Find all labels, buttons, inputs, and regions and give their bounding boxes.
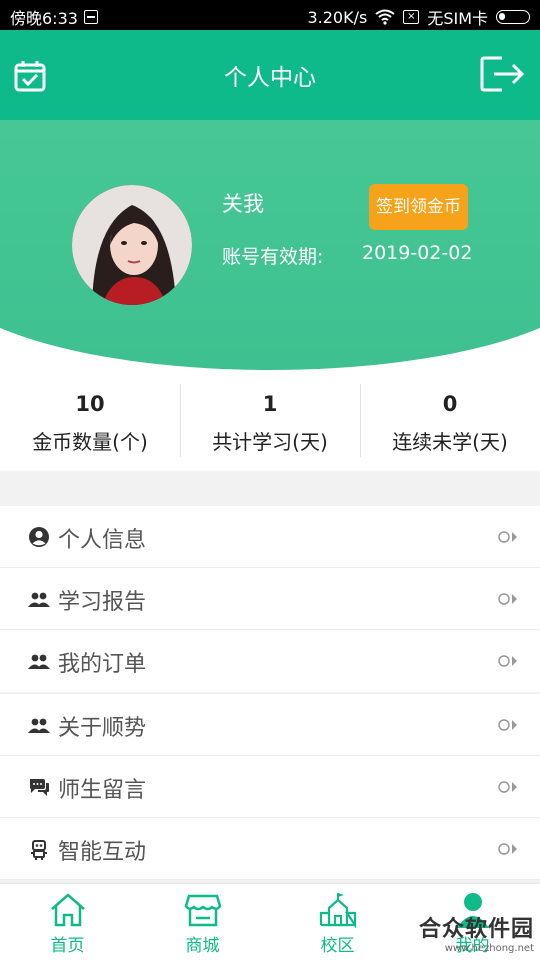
stat-value: 1 xyxy=(262,392,278,416)
store-icon xyxy=(184,894,221,927)
stat-value: 10 xyxy=(75,392,105,416)
stat-coins: 10 金币数量(个) xyxy=(0,372,180,471)
wifi-icon xyxy=(375,9,395,25)
sim-status: 无SIM卡 xyxy=(427,9,488,28)
no-sim-icon: × xyxy=(403,10,420,24)
avatar[interactable] xyxy=(72,185,192,305)
stat-label: 金币数量(个) xyxy=(32,430,148,454)
stat-label: 共计学习(天) xyxy=(212,430,328,454)
chevron-right-icon xyxy=(498,719,517,731)
sign-in-coin-button[interactable]: 签到领金币 xyxy=(369,184,468,230)
menu-item-messages[interactable]: 师生留言 xyxy=(0,756,540,818)
user-name: 关我 xyxy=(222,192,264,216)
menu-item-study-report[interactable]: 学习报告 xyxy=(0,568,540,630)
menu-item-label: 师生留言 xyxy=(58,778,147,803)
stat-missed-days: 0 连续未学(天) xyxy=(360,372,540,471)
chevron-right-icon xyxy=(498,655,517,667)
stat-study-days: 1 共计学习(天) xyxy=(180,372,360,471)
watermark-title: 合众软件园 xyxy=(418,917,534,942)
header-bar: 个人中心 xyxy=(0,30,540,120)
tab-home[interactable]: 首页 xyxy=(0,884,135,960)
stat-value: 0 xyxy=(442,392,458,416)
tab-store[interactable]: 商城 xyxy=(135,884,270,960)
users-icon xyxy=(28,718,50,733)
network-speed: 3.20K/s xyxy=(307,7,368,27)
menu-item-label: 个人信息 xyxy=(58,528,147,553)
profile-banner: 关我 签到领金币 账号有效期: 2019-02-02 xyxy=(0,120,540,372)
page-title: 个人中心 xyxy=(224,65,316,91)
expire-label: 账号有效期: xyxy=(222,246,324,268)
menu-item-label: 学习报告 xyxy=(58,590,147,615)
chevron-right-icon xyxy=(498,781,517,793)
menu-group-about: 关于顺势 师生留言 智能互动 xyxy=(0,694,540,880)
menu-group-account: 个人信息 学习报告 我的订单 xyxy=(0,506,540,692)
user-circle-icon xyxy=(29,527,49,547)
tab-campus[interactable]: 校区 xyxy=(270,884,405,960)
notification-icon xyxy=(83,10,98,24)
status-time: 傍晚6:33 xyxy=(10,9,78,28)
users-icon xyxy=(28,592,50,607)
chevron-right-icon xyxy=(498,531,517,543)
watermark: 合众软件园 www.hezhong.net xyxy=(419,911,534,954)
expire-date: 2019-02-02 xyxy=(362,242,473,264)
stats-panel: 10 金币数量(个) 1 共计学习(天) 0 连续未学(天) xyxy=(0,372,540,471)
home-icon xyxy=(50,893,85,927)
menu-item-label: 智能互动 xyxy=(58,840,147,865)
users-icon xyxy=(28,654,50,669)
battery-icon xyxy=(496,10,530,24)
menu-item-about[interactable]: 关于顺势 xyxy=(0,694,540,756)
chat-icon xyxy=(30,779,49,796)
tab-label: 校区 xyxy=(320,936,355,956)
chevron-right-icon xyxy=(498,593,517,605)
menu-item-label: 关于顺势 xyxy=(58,716,147,741)
chevron-right-icon xyxy=(498,843,517,855)
tab-label: 商城 xyxy=(185,936,220,956)
stat-label: 连续未学(天) xyxy=(392,430,508,454)
tab-label: 首页 xyxy=(50,936,85,956)
menu-item-personal-info[interactable]: 个人信息 xyxy=(0,506,540,568)
school-icon xyxy=(319,893,356,928)
status-bar: 傍晚6:33 3.20K/s × 无SIM卡 xyxy=(0,0,540,30)
menu-item-label: 我的订单 xyxy=(58,652,147,677)
logout-icon[interactable] xyxy=(480,56,526,92)
watermark-url: www.hezhong.net xyxy=(444,943,534,954)
menu-item-my-orders[interactable]: 我的订单 xyxy=(0,630,540,692)
menu-item-smart-interaction[interactable]: 智能互动 xyxy=(0,818,540,880)
robot-icon xyxy=(31,840,47,860)
